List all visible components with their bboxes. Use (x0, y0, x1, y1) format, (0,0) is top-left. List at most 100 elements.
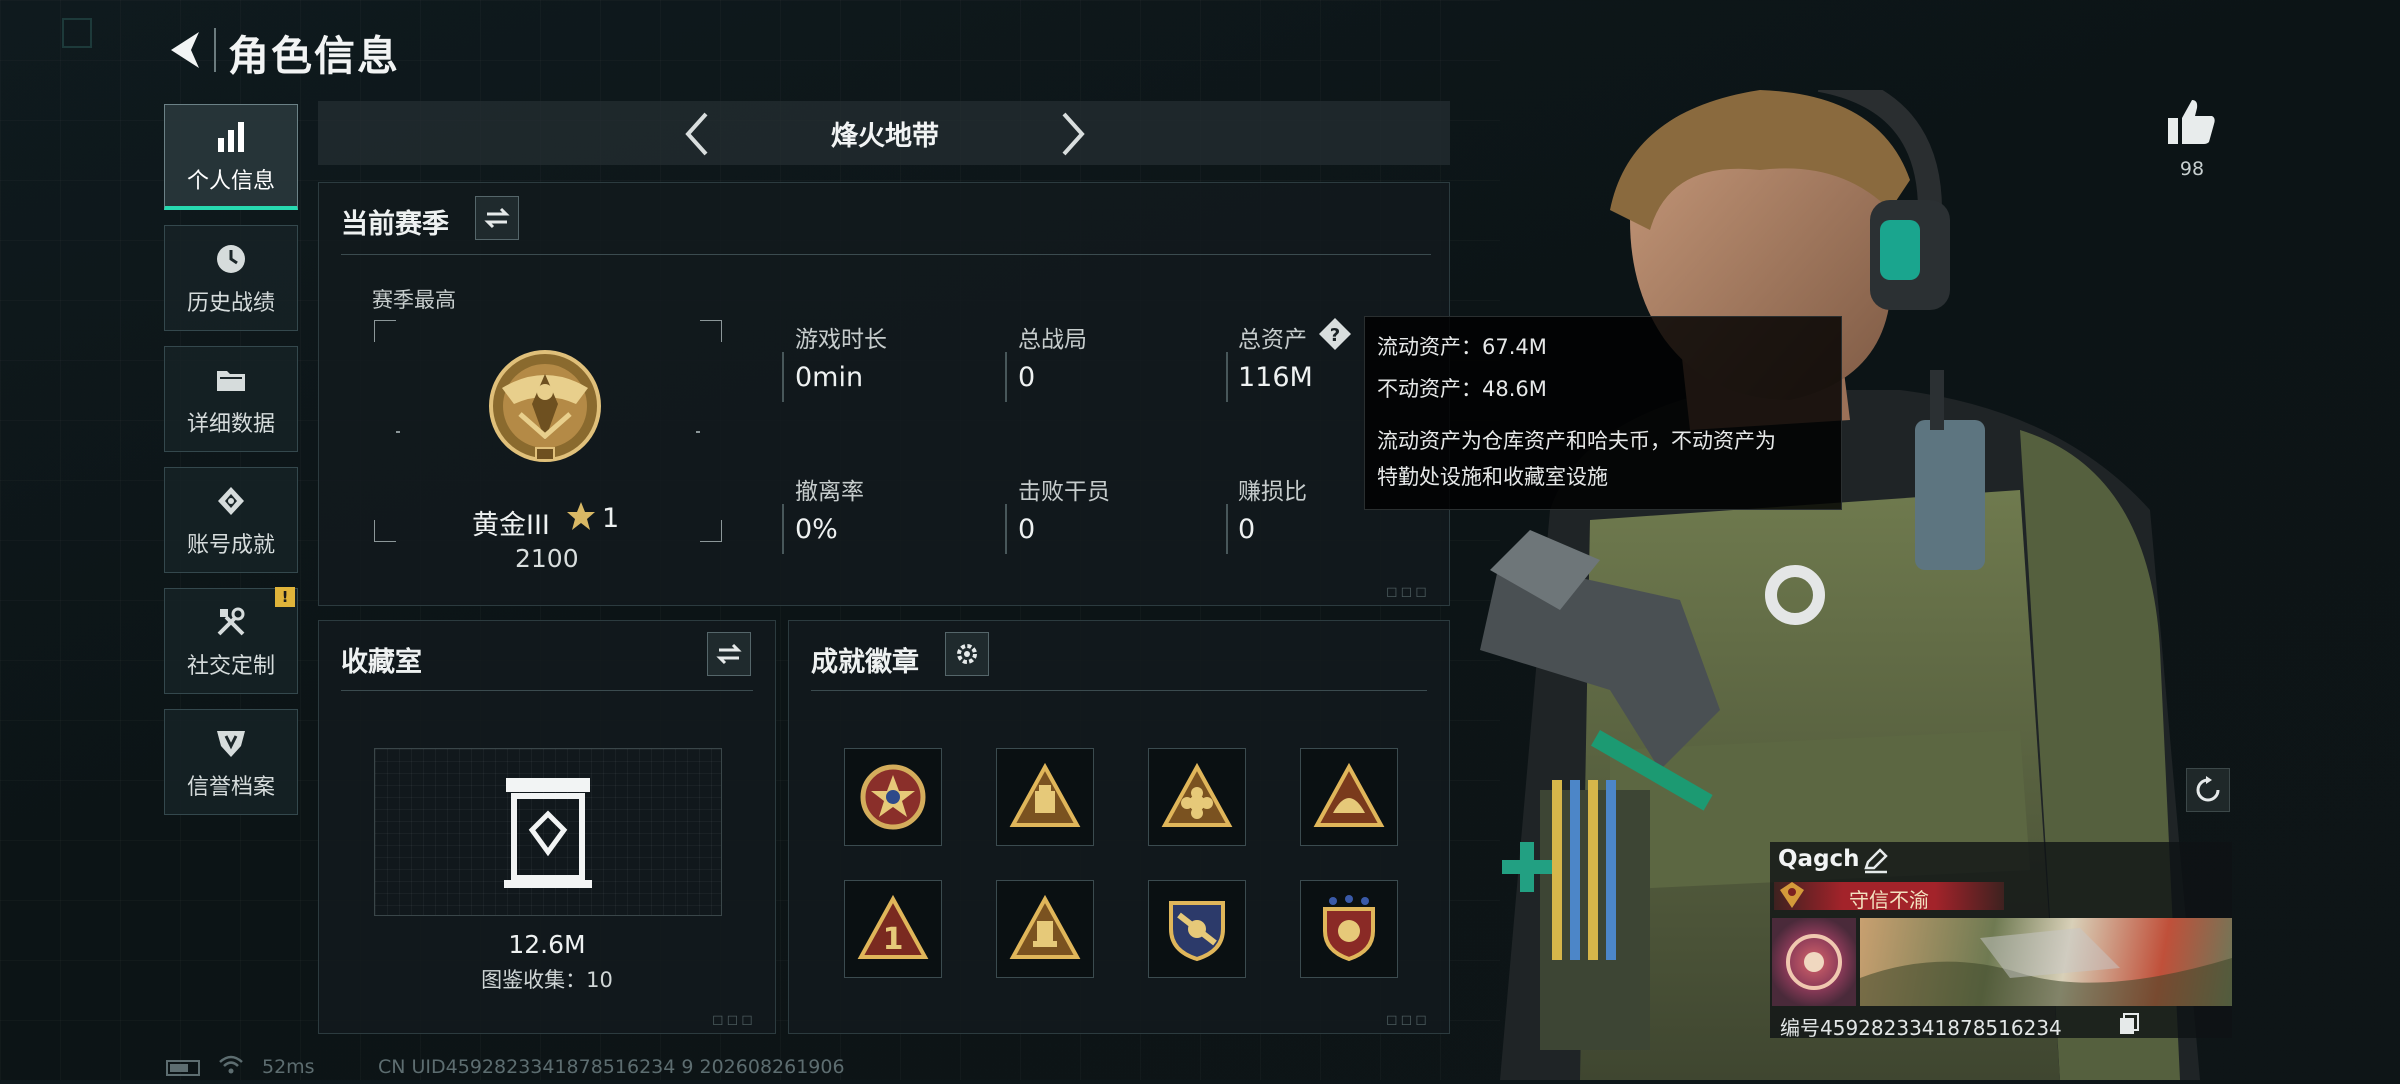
page-title: 角色信息 (228, 32, 400, 80)
help-icon[interactable]: ? (1318, 317, 1352, 351)
back-button[interactable] (165, 28, 205, 72)
stat-value-operators-defeated: 0 (1018, 514, 1036, 545)
achievement-badge[interactable]: 1 (844, 880, 942, 978)
stat-label-profit-loss-ratio: 赚损比 (1238, 479, 1307, 505)
achievement-badge[interactable] (1300, 880, 1398, 978)
title-divider (214, 28, 216, 72)
player-avatar[interactable] (1772, 918, 1856, 1006)
season-peak-label: 赛季最高 (372, 288, 456, 312)
achievement-badge[interactable] (1300, 748, 1398, 846)
title-emblem-icon (1778, 880, 1806, 910)
history-clock-icon (211, 239, 251, 279)
panel-corner-marks: ◻◻◻ (1386, 584, 1430, 600)
wifi-icon (218, 1054, 244, 1076)
stat-separator (782, 352, 784, 402)
rotate-icon (2196, 776, 2220, 802)
achievement-badge[interactable] (996, 748, 1094, 846)
like-count: 98 (2179, 158, 2205, 180)
copy-icon (2120, 1013, 2139, 1034)
copy-id-button[interactable] (2118, 1012, 2140, 1036)
collection-vault-icon (500, 776, 596, 890)
achievement-badge[interactable] (1148, 748, 1246, 846)
achievement-badge[interactable] (1148, 880, 1246, 978)
tooltip-fixed-assets: 不动资产：48.6M (1377, 377, 1547, 401)
thumbs-up-icon (2168, 100, 2215, 144)
sidebar-item-history[interactable]: 历史战绩 (164, 225, 298, 331)
triangle-flower-badge-icon (1161, 762, 1233, 827)
edit-name-button[interactable] (1862, 846, 1890, 874)
rank-name: 黄金III (472, 510, 550, 541)
player-title-badge: 守信不渝 (1849, 888, 1929, 912)
player-id: 编号4592823341878516234 (1780, 1016, 2062, 1040)
ping-value: 52ms (262, 1056, 315, 1078)
achievement-badge[interactable] (996, 880, 1094, 978)
sidebar-item-achievements[interactable]: 账号成就 (164, 467, 298, 573)
player-name: Qagch (1778, 846, 1860, 872)
collection-switch-button[interactable] (707, 632, 751, 676)
sidebar-item-label: 社交定制 (186, 654, 275, 679)
collection-title: 收藏室 (341, 647, 422, 678)
sidebar-item-social-custom[interactable]: ! 社交定制 (164, 587, 298, 694)
sidebar-item-label: 信誉档案 (186, 775, 275, 800)
tooltip-description-line2: 特勤处设施和收藏室设施 (1377, 465, 1608, 489)
prev-mode-button[interactable] (676, 108, 720, 160)
credit-shield-icon (211, 723, 251, 763)
folder-icon (211, 360, 251, 400)
swap-arrows-icon (484, 207, 510, 229)
panel-corner-marks: ◻◻◻ (1386, 1012, 1430, 1028)
stat-value-extraction-rate: 0% (795, 514, 838, 545)
stat-value-total-assets: 116M (1238, 362, 1313, 393)
stat-separator (1005, 504, 1007, 554)
stat-label-total-assets: 总资产 (1238, 327, 1307, 353)
chevron-right-icon (1062, 112, 1085, 156)
achievement-badge[interactable] (844, 748, 942, 846)
tools-icon (211, 602, 251, 642)
season-title: 当前赛季 (341, 209, 449, 240)
corner-decoration (62, 18, 92, 48)
triangle-shell-badge-icon (1313, 762, 1385, 827)
rank-stars: 1 (602, 503, 620, 534)
stat-separator (1226, 504, 1228, 554)
player-card-banner[interactable] (1860, 918, 2232, 1006)
stat-separator (1005, 352, 1007, 402)
rank-score: 2100 (515, 544, 579, 573)
tooltip-liquid-assets: 流动资产：67.4M (1377, 335, 1547, 359)
swap-arrows-icon (716, 643, 742, 665)
sidebar-item-personal-info[interactable]: 个人信息 (164, 104, 298, 210)
sidebar-item-label: 账号成就 (186, 533, 275, 558)
stat-value-profit-loss-ratio: 0 (1238, 514, 1256, 545)
tooltip-description-line1: 流动资产为仓库资产和哈夫币，不动资产为 (1377, 429, 1776, 453)
sidebar-item-credit-file[interactable]: 信誉档案 (164, 709, 298, 815)
achievement-icon (211, 481, 251, 521)
stat-value-total-matches: 0 (1018, 362, 1036, 393)
collection-catalog-count: 图鉴收集：10 (481, 968, 613, 992)
bar-chart-icon (211, 117, 251, 157)
next-mode-button[interactable] (1050, 108, 1094, 160)
sidebar-item-label: 个人信息 (186, 168, 275, 194)
chevron-left-icon (685, 112, 708, 156)
divider (811, 690, 1427, 691)
divider (341, 254, 1431, 255)
back-arrow-icon (171, 32, 199, 68)
star-shield-badge-icon (1323, 895, 1375, 962)
gear-icon (957, 644, 977, 664)
battery-icon (166, 1060, 200, 1076)
stat-label-playtime: 游戏时长 (795, 327, 887, 353)
divider (341, 690, 753, 691)
like-button[interactable] (2166, 96, 2218, 148)
assets-tooltip: 流动资产：67.4M 不动资产：48.6M 流动资产为仓库资产和哈夫币，不动资产… (1364, 316, 1842, 510)
stat-label-operators-defeated: 击败干员 (1018, 479, 1110, 505)
achievements-settings-button[interactable] (945, 632, 989, 676)
season-switch-button[interactable] (475, 196, 519, 240)
mode-label: 烽火地带 (831, 121, 939, 152)
panel-corner-marks: ◻◻◻ (712, 1012, 756, 1028)
notification-badge: ! (275, 587, 295, 607)
stat-label-extraction-rate: 撤离率 (795, 479, 864, 505)
shield-crest-badge-icon (1169, 901, 1225, 962)
rank-star-icon (566, 500, 596, 532)
triangle-number-one-badge-icon: 1 (857, 894, 929, 959)
stat-value-playtime: 0min (795, 362, 864, 393)
sidebar-item-detail-data[interactable]: 详细数据 (164, 346, 298, 452)
rotate-model-button[interactable] (2186, 768, 2230, 812)
pencil-icon (1864, 848, 1888, 874)
